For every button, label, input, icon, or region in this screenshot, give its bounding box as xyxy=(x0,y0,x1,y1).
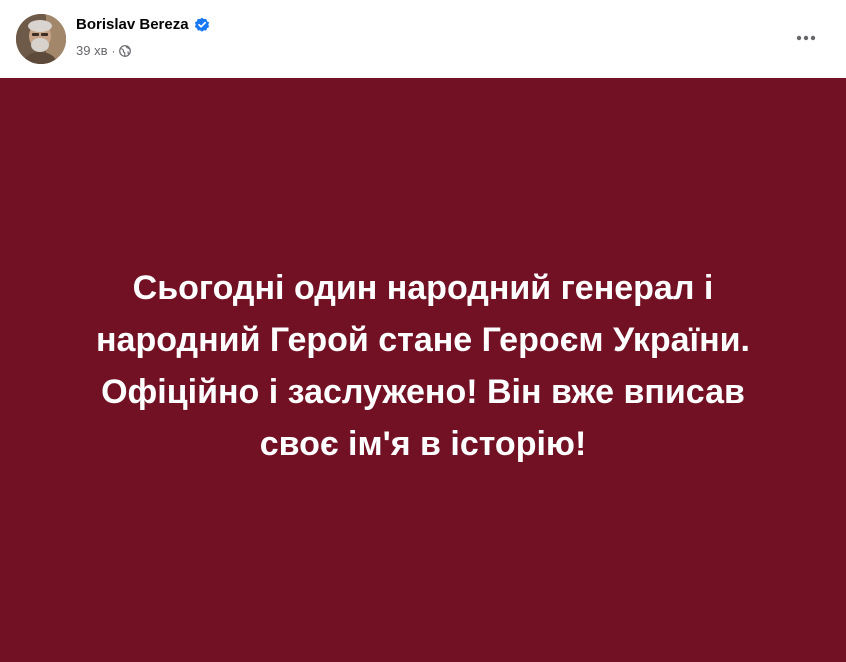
post-text: Сьогодні один народний генерал і народни… xyxy=(96,269,750,463)
post-background: Сьогодні один народний генерал і народни… xyxy=(0,78,846,662)
post-timestamp[interactable]: 39 хв xyxy=(76,43,107,58)
author-name[interactable]: Borislav Bereza xyxy=(76,16,189,33)
post-header: Borislav Bereza 39 хв · xyxy=(0,0,846,78)
avatar[interactable] xyxy=(16,14,66,64)
more-options-button[interactable] xyxy=(788,24,824,52)
more-options-icon xyxy=(796,35,816,41)
verified-badge-icon xyxy=(194,17,210,33)
post-meta: 39 хв · xyxy=(76,43,132,58)
meta-separator: · xyxy=(111,43,116,58)
author-row: Borislav Bereza xyxy=(76,16,210,33)
avatar-image xyxy=(16,14,66,64)
post-card: Borislav Bereza 39 хв · Сьогодні один на… xyxy=(0,0,846,662)
globe-icon[interactable] xyxy=(119,44,132,57)
